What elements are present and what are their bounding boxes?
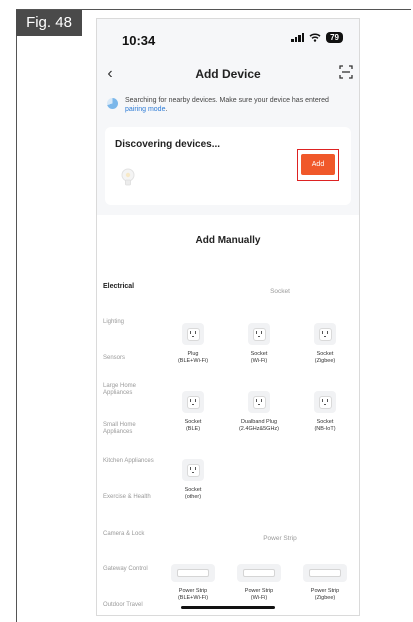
- socket-icon: [248, 391, 270, 413]
- add-manually-panel: Add Manually Electrical Lighting Sensors La…: [97, 215, 359, 615]
- socket-icon: [314, 323, 336, 345]
- device-item[interactable]: Socket (NB-IoT): [295, 391, 355, 433]
- discovering-title: Discovering devices...: [115, 139, 221, 150]
- page-title: Add Device: [195, 67, 261, 81]
- status-time: 10:34: [122, 33, 156, 48]
- loading-spinner-icon: [107, 98, 118, 109]
- category-item[interactable]: Electrical: [103, 283, 155, 290]
- device-item[interactable]: Power Strip (Zigbee): [295, 564, 355, 602]
- power-strip-section-title: Power Strip: [263, 535, 297, 542]
- device-item[interactable]: Dualband Plug (2.4GHz&5GHz): [229, 391, 289, 433]
- device-item[interactable]: Power Strip (BLE+Wi-Fi): [163, 564, 223, 602]
- device-label: Socket (Wi-Fi): [250, 351, 268, 364]
- device-label: Socket (Zigbee): [314, 351, 336, 364]
- add-manually-title: Add Manually: [195, 235, 261, 246]
- socket-icon: [182, 391, 204, 413]
- pairing-mode-link[interactable]: pairing mode: [125, 106, 165, 113]
- device-label: Power Strip (BLE+Wi-Fi): [177, 588, 209, 601]
- device-item[interactable]: Socket (Zigbee): [295, 323, 355, 365]
- device-label: Socket (BLE): [184, 419, 202, 432]
- category-item[interactable]: Outdoor Travel: [103, 602, 155, 609]
- search-message: Searching for nearby devices. Make sure …: [125, 97, 329, 113]
- category-item[interactable]: Gateway Control: [103, 566, 155, 573]
- device-item[interactable]: Socket (other): [163, 459, 223, 501]
- status-icons: 79: [291, 32, 343, 43]
- device-item[interactable]: Socket (BLE): [163, 391, 223, 433]
- battery-indicator: 79: [326, 32, 343, 43]
- socket-icon: [248, 323, 270, 345]
- light-bulb-icon: [121, 168, 135, 186]
- category-item[interactable]: Exercise & Health: [103, 494, 155, 501]
- socket-section-title: Socket: [270, 288, 290, 295]
- device-label: Socket (NB-IoT): [314, 419, 336, 432]
- device-label: Power Strip (Wi-Fi): [244, 588, 274, 601]
- power-strip-icon: [171, 564, 215, 582]
- socket-icon: [314, 391, 336, 413]
- device-label: Dualband Plug (2.4GHz&5GHz): [238, 419, 280, 432]
- phone-screen: 10:34 79 ‹ Add Device Searching for near…: [96, 18, 360, 616]
- figure-label: Fig. 48: [16, 10, 82, 36]
- category-item[interactable]: Lighting: [103, 319, 155, 326]
- power-strip-icon: [237, 564, 281, 582]
- category-item[interactable]: Large Home Appliances: [103, 383, 155, 397]
- category-item[interactable]: Camera & Lock: [103, 531, 155, 538]
- category-item[interactable]: Small Home Appliances: [103, 422, 155, 436]
- signal-icon: [291, 33, 305, 42]
- discovering-card: Discovering devices... Add: [105, 127, 351, 205]
- device-item[interactable]: Power Strip (Wi-Fi): [229, 564, 289, 602]
- home-indicator[interactable]: [181, 606, 275, 609]
- category-item[interactable]: Sensors: [103, 355, 155, 362]
- scan-icon[interactable]: [339, 65, 353, 79]
- device-label: Socket (other): [184, 487, 202, 500]
- power-strip-icon: [303, 564, 347, 582]
- device-item[interactable]: Plug (BLE+Wi-Fi): [163, 323, 223, 365]
- add-button[interactable]: Add: [301, 154, 335, 175]
- wifi-icon: [309, 33, 321, 42]
- socket-icon: [182, 459, 204, 481]
- socket-icon: [182, 323, 204, 345]
- device-item[interactable]: Socket (Wi-Fi): [229, 323, 289, 365]
- device-label: Power Strip (Zigbee): [310, 588, 340, 601]
- device-label: Plug (BLE+Wi-Fi): [177, 351, 209, 364]
- category-item[interactable]: Kitchen Appliances: [103, 458, 155, 465]
